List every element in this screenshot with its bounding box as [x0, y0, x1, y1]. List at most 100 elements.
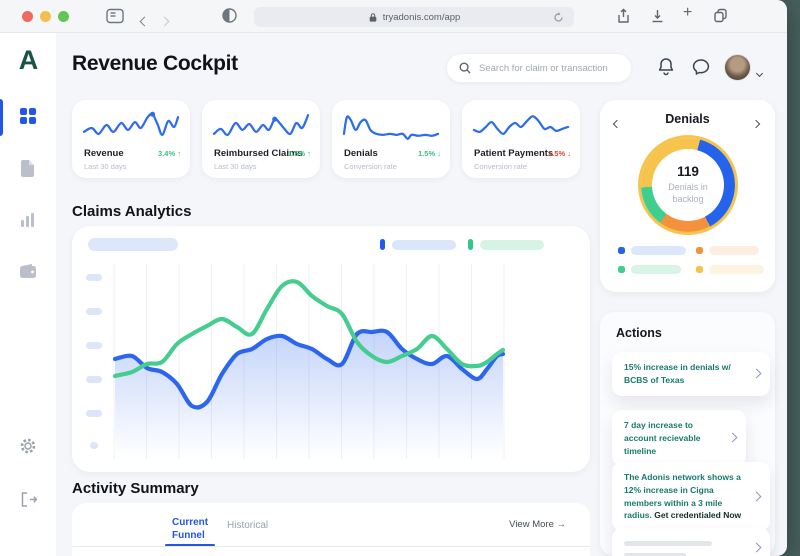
chart-title-skeleton — [88, 238, 178, 251]
download-icon[interactable] — [650, 8, 665, 24]
stat-subtitle: Conversion rate — [344, 162, 397, 171]
search-placeholder: Search for claim or transaction — [479, 62, 608, 74]
search-input[interactable]: Search for claim or transaction — [446, 53, 632, 83]
y-axis-skeleton — [86, 342, 102, 349]
stat-delta: 1.5% ↓ — [548, 149, 571, 158]
stat-card-patient-payments[interactable]: Patient Payments 1.5% ↓ Conversion rate — [462, 100, 580, 178]
sidebar-item-payments[interactable] — [20, 264, 36, 280]
sidebar-item-documents[interactable] — [20, 160, 36, 177]
denials-panel-title: Denials — [665, 112, 710, 126]
revenue-sparkline — [82, 111, 180, 136]
stat-delta: 3.4% ↑ — [158, 149, 181, 158]
close-window-button[interactable] — [22, 11, 33, 22]
search-icon — [459, 62, 471, 74]
tab-current-funnel[interactable]: Current Funnel — [172, 516, 224, 542]
get-credentialed-link[interactable]: Get credentialed Now — [654, 510, 741, 520]
stat-name: Denials — [344, 148, 378, 159]
messages-button[interactable] — [692, 58, 710, 76]
tab-overview-icon[interactable] — [713, 8, 728, 23]
address-bar[interactable]: tryadonis.com/app — [254, 7, 574, 27]
legend-blue-skeleton — [392, 240, 456, 250]
denials-donut-chart: 119 Denials in backlog — [641, 138, 735, 232]
dashboard-grid-icon — [20, 108, 36, 124]
app-logo[interactable]: A — [0, 45, 56, 76]
view-more-link[interactable]: View More → — [509, 519, 566, 530]
user-avatar[interactable] — [724, 54, 751, 81]
tab-divider — [72, 546, 590, 547]
chevron-right-icon — [751, 368, 762, 379]
bell-icon — [658, 58, 674, 76]
back-icon[interactable] — [139, 12, 150, 30]
chevron-right-icon — [751, 491, 762, 501]
stat-card-revenue[interactable]: Revenue 3.4% ↑ Last 30 days — [72, 100, 190, 178]
legend-green-dot — [468, 239, 473, 250]
stat-card-denials[interactable]: Denials 1.5% ↓ Conversion rate — [332, 100, 450, 178]
donut-legend-skeleton — [709, 246, 759, 255]
url-text: tryadonis.com/app — [382, 11, 461, 23]
y-axis-skeleton — [86, 274, 102, 281]
sidebar-toggle-icon[interactable] — [106, 8, 124, 24]
sidebar: A — [0, 33, 56, 556]
browser-toolbar: tryadonis.com/app + — [0, 0, 787, 33]
skeleton-line — [624, 541, 712, 546]
stat-subtitle: Last 30 days — [214, 162, 257, 171]
stat-delta: 1.5% ↓ — [418, 149, 441, 158]
logout-icon — [21, 492, 37, 507]
claims-analytics-title: Claims Analytics — [72, 203, 192, 220]
zoom-window-button[interactable] — [58, 11, 69, 22]
y-axis-skeleton — [86, 410, 102, 417]
donut-legend-dot-blue — [618, 247, 625, 254]
stat-name: Patient Payments — [474, 148, 554, 159]
legend-green-skeleton — [480, 240, 544, 250]
denials-count-label: Denials in backlog — [668, 182, 708, 204]
gear-icon — [20, 438, 36, 454]
donut-legend-dot-orange — [696, 247, 703, 254]
actions-title: Actions — [616, 326, 662, 340]
action-item-receivable-timeline[interactable]: 7 day increase to account recievable tim… — [612, 410, 746, 467]
denials-count: 119 — [677, 164, 699, 180]
donut-legend-skeleton — [631, 265, 681, 274]
activity-summary-title: Activity Summary — [72, 480, 199, 497]
stat-subtitle: Conversion rate — [474, 162, 527, 171]
claims-analytics-chart — [112, 264, 506, 459]
forward-icon[interactable] — [159, 12, 170, 30]
donut-legend-dot-yellow — [696, 266, 703, 273]
action-item-skeleton[interactable] — [612, 528, 770, 556]
active-nav-indicator — [0, 99, 3, 136]
stat-delta: 1.5% ↑ — [288, 149, 311, 158]
reimbursed-sparkline — [212, 114, 310, 136]
notifications-button[interactable] — [657, 57, 675, 76]
chevron-right-icon — [751, 542, 762, 553]
donut-legend-skeleton — [709, 265, 764, 274]
donut-center: 119 Denials in backlog — [652, 149, 724, 221]
shade-icon[interactable] — [222, 8, 237, 23]
new-tab-icon[interactable]: + — [683, 4, 692, 22]
sidebar-item-settings[interactable] — [20, 438, 36, 454]
stat-card-reimbursed-claims[interactable]: Reimbursed Claims 1.5% ↑ Last 30 days — [202, 100, 320, 178]
share-icon[interactable] — [616, 8, 631, 24]
refresh-icon[interactable] — [553, 11, 564, 23]
y-axis-skeleton — [86, 376, 102, 383]
sidebar-item-analytics[interactable] — [20, 212, 36, 228]
sidebar-item-logout[interactable] — [20, 492, 37, 508]
chat-icon — [692, 59, 710, 75]
lock-icon — [369, 12, 377, 22]
legend-blue-dot — [380, 239, 385, 250]
activity-summary-card: Current Funnel Historical View More → — [72, 503, 590, 556]
bar-chart-icon — [21, 213, 34, 227]
payments-sparkline — [472, 115, 570, 135]
sidebar-item-dashboard[interactable] — [20, 108, 36, 124]
minimize-window-button[interactable] — [40, 11, 51, 22]
tab-historical[interactable]: Historical — [227, 520, 268, 531]
profile-menu-chevron[interactable] — [755, 63, 764, 81]
action-item-denials-increase[interactable]: 15% increase in denials w/ BCBS of Texas — [612, 352, 770, 396]
browser-window: tryadonis.com/app + A Revenue Cockpit Se… — [0, 0, 787, 556]
wallet-icon — [20, 264, 36, 278]
page-title: Revenue Cockpit — [72, 52, 238, 75]
donut-legend-dot-green — [618, 266, 625, 273]
y-axis-skeleton — [86, 308, 102, 315]
stat-name: Revenue — [84, 148, 124, 159]
document-icon — [21, 160, 34, 177]
action-item-credential[interactable]: The Adonis network shows a 12% increase … — [612, 462, 770, 531]
denials-panel: Denials 119 Denials in backlog — [600, 100, 775, 292]
